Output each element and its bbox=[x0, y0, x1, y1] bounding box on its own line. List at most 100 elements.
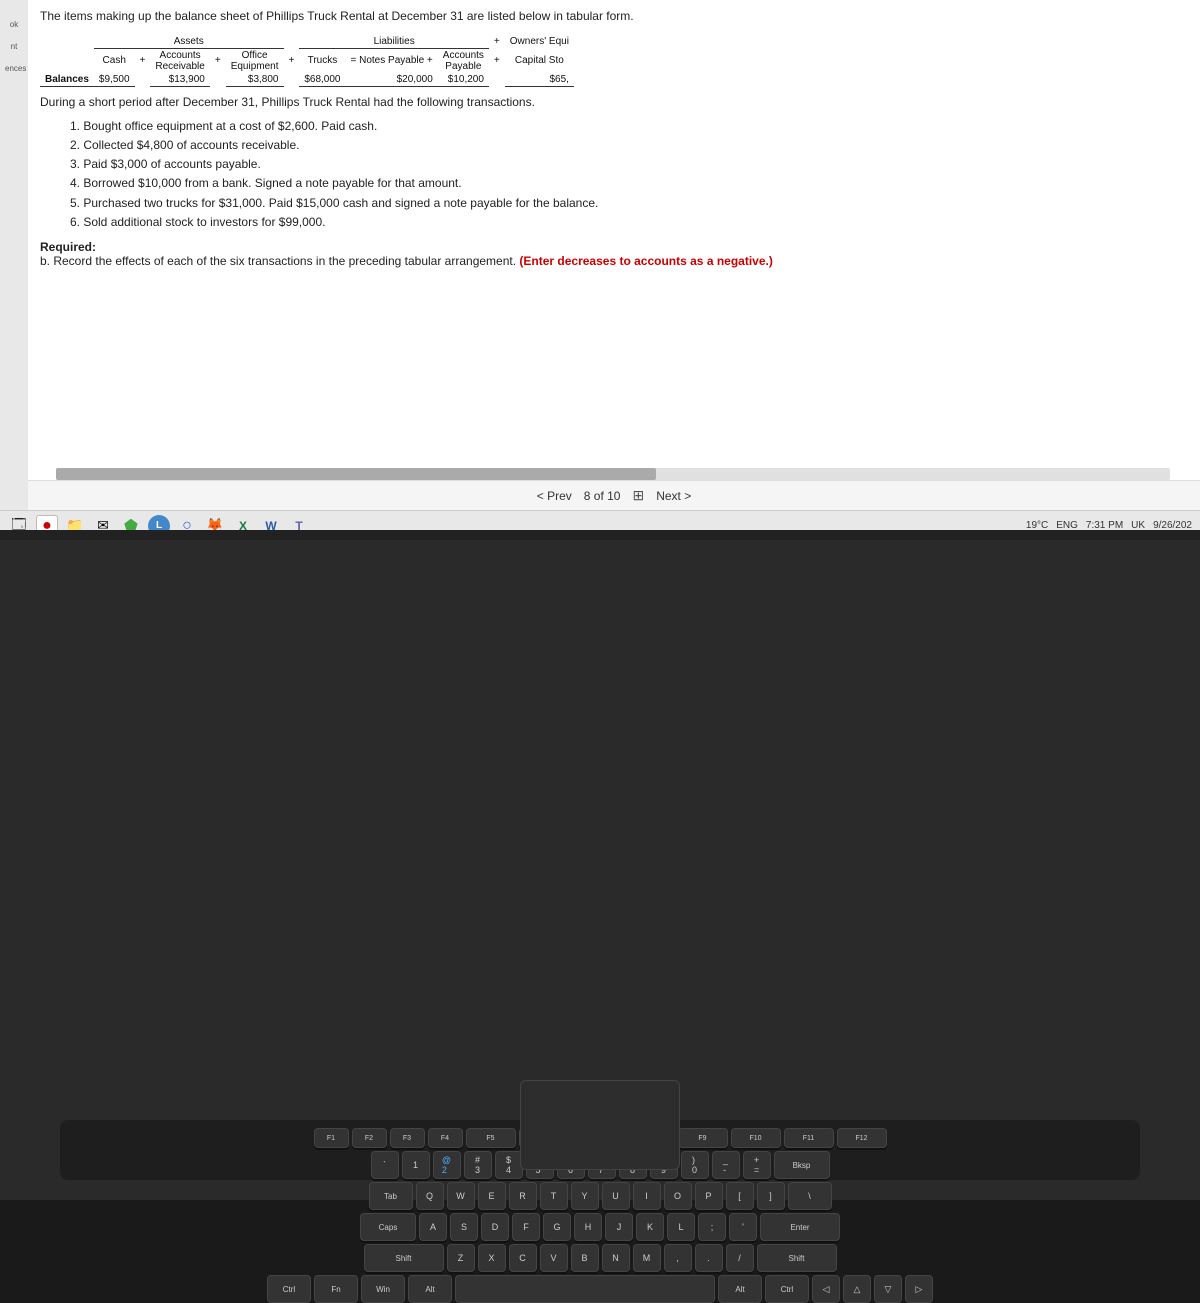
key-up[interactable]: △ bbox=[843, 1275, 871, 1303]
key-caps[interactable]: Caps bbox=[360, 1213, 416, 1241]
next-button[interactable]: Next > bbox=[656, 489, 691, 503]
key-down[interactable]: ▽ bbox=[874, 1275, 902, 1303]
key-1[interactable]: 1 bbox=[402, 1151, 430, 1179]
key-f5[interactable]: F5 bbox=[466, 1128, 516, 1148]
balance-sheet-table-wrapper: Assets Liabilities + Owners' Equi Cash +… bbox=[40, 35, 1188, 87]
key-tab[interactable]: Tab bbox=[369, 1182, 413, 1210]
key-f[interactable]: F bbox=[512, 1213, 540, 1241]
key-semicolon[interactable]: ; bbox=[698, 1213, 726, 1241]
key-win[interactable]: Win bbox=[361, 1275, 405, 1303]
plus-header: + bbox=[489, 35, 505, 49]
col-trucks-header: Trucks bbox=[299, 48, 345, 73]
sidebar-item-ences[interactable]: ences bbox=[5, 64, 23, 78]
key-period[interactable]: . bbox=[695, 1244, 723, 1272]
col-oe-header: OfficeEquipment bbox=[226, 48, 284, 73]
key-j[interactable]: J bbox=[605, 1213, 633, 1241]
key-right[interactable]: ▷ bbox=[905, 1275, 933, 1303]
balance-sheet-table: Assets Liabilities + Owners' Equi Cash +… bbox=[40, 35, 574, 87]
col-plus5: + bbox=[489, 48, 505, 73]
key-f4[interactable]: F4 bbox=[428, 1128, 463, 1148]
key-equals[interactable]: += bbox=[743, 1151, 771, 1179]
key-d[interactable]: D bbox=[481, 1213, 509, 1241]
key-f1[interactable]: F1 bbox=[314, 1128, 349, 1148]
touchpad[interactable] bbox=[520, 1080, 680, 1170]
key-u[interactable]: U bbox=[602, 1182, 630, 1210]
key-tilde[interactable]: ` bbox=[371, 1151, 399, 1179]
key-p[interactable]: P bbox=[695, 1182, 723, 1210]
key-lbracket[interactable]: [ bbox=[726, 1182, 754, 1210]
key-t[interactable]: T bbox=[540, 1182, 568, 1210]
key-left[interactable]: ◁ bbox=[812, 1275, 840, 1303]
key-m[interactable]: M bbox=[633, 1244, 661, 1272]
col-plus2: + bbox=[210, 48, 226, 73]
key-shift-left[interactable]: Shift bbox=[364, 1244, 444, 1272]
prev-button[interactable]: < Prev bbox=[537, 489, 572, 503]
cs-value: $65, bbox=[505, 73, 574, 87]
key-shift-right[interactable]: Shift bbox=[757, 1244, 837, 1272]
col-plus3: + bbox=[284, 48, 300, 73]
key-enter[interactable]: Enter bbox=[760, 1213, 840, 1241]
key-g[interactable]: G bbox=[543, 1213, 571, 1241]
key-f12[interactable]: F12 bbox=[837, 1128, 887, 1148]
key-minus[interactable]: _- bbox=[712, 1151, 740, 1179]
col-ar-header: AccountsReceivable bbox=[150, 48, 209, 73]
key-f10[interactable]: F10 bbox=[731, 1128, 781, 1148]
key-x[interactable]: X bbox=[478, 1244, 506, 1272]
transaction-3: 3. Paid $3,000 of accounts payable. bbox=[70, 155, 1188, 174]
key-ctrl-right[interactable]: Ctrl bbox=[765, 1275, 809, 1303]
laptop-body: F1 F2 F3 F4 F5 F6 F7 → F9 F10 F11 F12 ` … bbox=[0, 540, 1200, 1200]
key-i[interactable]: I bbox=[633, 1182, 661, 1210]
required-section: Required: b. Record the effects of each … bbox=[40, 240, 1188, 268]
scrollbar-thumb[interactable] bbox=[56, 468, 656, 480]
key-k[interactable]: K bbox=[636, 1213, 664, 1241]
key-s[interactable]: S bbox=[450, 1213, 478, 1241]
key-4[interactable]: $4 bbox=[495, 1151, 523, 1179]
key-rbracket[interactable]: ] bbox=[757, 1182, 785, 1210]
key-r[interactable]: R bbox=[509, 1182, 537, 1210]
required-label: Required: bbox=[40, 240, 96, 254]
key-z[interactable]: Z bbox=[447, 1244, 475, 1272]
key-backspace[interactable]: Bksp bbox=[774, 1151, 830, 1179]
key-y[interactable]: Y bbox=[571, 1182, 599, 1210]
key-f9[interactable]: F9 bbox=[678, 1128, 728, 1148]
key-backslash[interactable]: \ bbox=[788, 1182, 832, 1210]
transaction-2: 2. Collected $4,800 of accounts receivab… bbox=[70, 136, 1188, 155]
key-fn[interactable]: Fn bbox=[314, 1275, 358, 1303]
key-v[interactable]: V bbox=[540, 1244, 568, 1272]
key-3[interactable]: #3 bbox=[464, 1151, 492, 1179]
key-f3[interactable]: F3 bbox=[390, 1128, 425, 1148]
grid-icon[interactable]: ⊞ bbox=[632, 487, 644, 504]
key-a[interactable]: A bbox=[419, 1213, 447, 1241]
key-quote[interactable]: ' bbox=[729, 1213, 757, 1241]
key-slash[interactable]: / bbox=[726, 1244, 754, 1272]
key-f2[interactable]: F2 bbox=[352, 1128, 387, 1148]
balances-label: Balances bbox=[40, 73, 94, 87]
key-n[interactable]: N bbox=[602, 1244, 630, 1272]
cash-value: $9,500 bbox=[94, 73, 135, 87]
key-comma[interactable]: , bbox=[664, 1244, 692, 1272]
owners-equity-header: Owners' Equi bbox=[505, 35, 574, 49]
horizontal-scrollbar[interactable] bbox=[56, 468, 1170, 480]
key-o[interactable]: O bbox=[664, 1182, 692, 1210]
key-2[interactable]: @2 bbox=[433, 1151, 461, 1179]
sidebar-item-book[interactable]: ok bbox=[5, 20, 23, 34]
laptop-screen: ok nt ences The items making up the bala… bbox=[0, 0, 1200, 540]
key-alt-right[interactable]: Alt bbox=[718, 1275, 762, 1303]
asdf-row: Caps A S D F G H J K L ; ' Enter bbox=[68, 1213, 1132, 1241]
key-alt-left[interactable]: Alt bbox=[408, 1275, 452, 1303]
key-e[interactable]: E bbox=[478, 1182, 506, 1210]
key-w[interactable]: W bbox=[447, 1182, 475, 1210]
key-b[interactable]: B bbox=[571, 1244, 599, 1272]
key-q[interactable]: Q bbox=[416, 1182, 444, 1210]
key-space[interactable] bbox=[455, 1275, 715, 1303]
required-b-text: b. Record the effects of each of the six… bbox=[40, 254, 1188, 268]
assets-header: Assets bbox=[94, 35, 284, 49]
key-ctrl-left[interactable]: Ctrl bbox=[267, 1275, 311, 1303]
required-b-main: b. Record the effects of each of the six… bbox=[40, 254, 516, 268]
key-h[interactable]: H bbox=[574, 1213, 602, 1241]
key-l[interactable]: L bbox=[667, 1213, 695, 1241]
key-c[interactable]: C bbox=[509, 1244, 537, 1272]
sidebar-item-ent[interactable]: nt bbox=[5, 42, 23, 56]
key-0[interactable]: )0 bbox=[681, 1151, 709, 1179]
key-f11[interactable]: F11 bbox=[784, 1128, 834, 1148]
